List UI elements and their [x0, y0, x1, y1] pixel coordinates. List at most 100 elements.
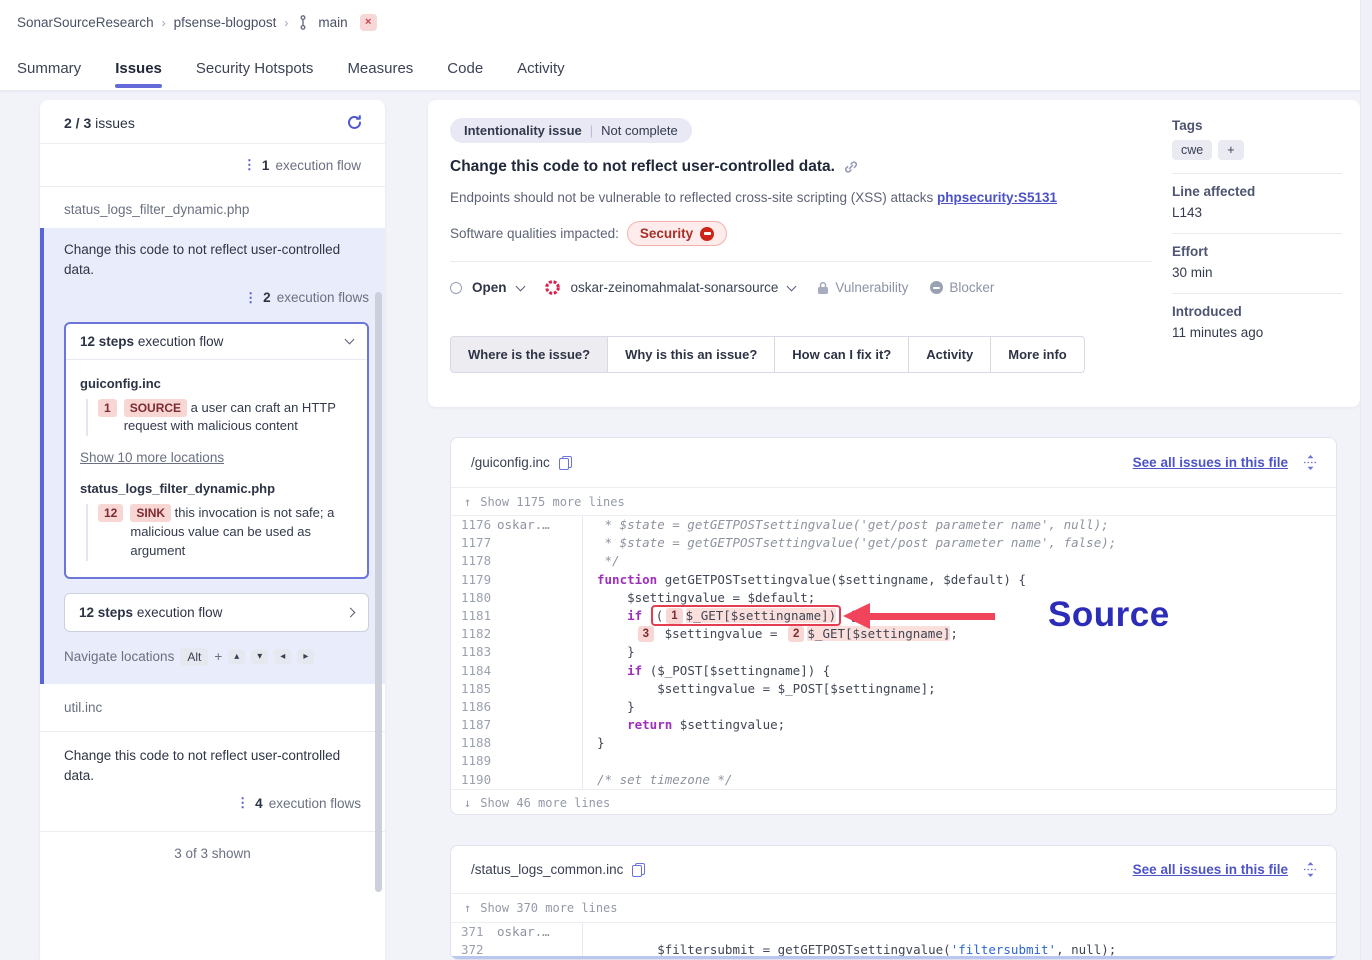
flow-file-name: status_logs_filter_dynamic.php: [80, 481, 353, 496]
tab-how-can-i-fix-it[interactable]: How can I fix it?: [774, 337, 908, 372]
tab-where-is-the-issue[interactable]: Where is the issue?: [451, 337, 607, 372]
status-dropdown[interactable]: Open: [472, 280, 507, 295]
sidebar-scrollbar[interactable]: [375, 292, 382, 892]
tab-measures[interactable]: Measures: [347, 46, 413, 90]
effort-value: 30 min: [1172, 265, 1342, 280]
line-number[interactable]: 1187: [451, 716, 497, 734]
rule-link[interactable]: phpsecurity:S5131: [937, 190, 1057, 205]
flow-step-source[interactable]: 1 SOURCE a user can craft an HTTP reques…: [86, 399, 353, 437]
pan-icon[interactable]: [1303, 861, 1318, 878]
issue-type-badge: Intentionality issue | Not complete: [450, 118, 692, 143]
issue-flow-count: ⋮ 4 execution flows: [64, 795, 361, 811]
code-line: 1186 }: [451, 698, 1336, 716]
source-annotation-box: (1$_GET[$settingname]): [651, 605, 841, 626]
breadcrumb-separator: ›: [284, 16, 288, 30]
line-number[interactable]: 1181: [451, 607, 497, 625]
line-number[interactable]: 1189: [451, 752, 497, 770]
code-line: 1179 function getGETPOSTsettingvalue($se…: [451, 571, 1336, 589]
tab-why-is-this-an-issue[interactable]: Why is this an issue?: [607, 337, 774, 372]
line-number[interactable]: 1180: [451, 589, 497, 607]
issue-message[interactable]: Change this code to not reflect user-con…: [64, 746, 361, 787]
execution-flow-collapsed[interactable]: 12 steps execution flow: [64, 593, 369, 632]
show-more-lines-top[interactable]: ↑ Show 1175 more lines: [451, 488, 1336, 516]
permalink-icon[interactable]: [843, 159, 859, 175]
issue-title: Change this code to not reflect user-con…: [450, 158, 835, 176]
see-all-issues-link[interactable]: See all issues in this file: [1133, 862, 1288, 877]
source-annotation-label: Source: [1048, 595, 1170, 635]
flow-step-badge[interactable]: 2: [788, 626, 804, 642]
flow-header[interactable]: 12 steps execution flow: [66, 324, 367, 360]
line-number[interactable]: 1176: [451, 516, 497, 534]
line-number[interactable]: 1183: [451, 643, 497, 661]
line-number[interactable]: 1184: [451, 662, 497, 680]
chevron-down-icon: [345, 335, 355, 345]
copy-icon[interactable]: [632, 863, 644, 877]
flow-step-badge[interactable]: 1: [666, 608, 682, 624]
line-affected-label: Line affected: [1172, 184, 1342, 199]
breadcrumb-branch[interactable]: main: [318, 15, 347, 30]
top-header: SonarSourceResearch › pfsense-blogpost ›…: [0, 0, 1372, 91]
assignee-dropdown[interactable]: oskar-zeinomahmalat-sonarsource: [571, 280, 779, 295]
source-badge: SOURCE: [124, 399, 187, 417]
tab-code[interactable]: Code: [447, 46, 483, 90]
execution-flow-expanded: 12 steps execution flow guiconfig.inc 1 …: [64, 322, 369, 579]
chevron-down-icon[interactable]: [515, 281, 525, 291]
security-quality-badge: Security: [627, 221, 727, 246]
navigate-right-button[interactable]: ▸: [297, 649, 314, 664]
introduced-value: 11 minutes ago: [1172, 325, 1342, 340]
code-line: 1188 }: [451, 734, 1336, 752]
breadcrumb-org[interactable]: SonarSourceResearch: [17, 15, 154, 30]
navigate-left-button[interactable]: ◂: [274, 649, 291, 664]
flow-step-sink[interactable]: 12 SINK this invocation is not safe; a m…: [86, 504, 353, 561]
step-number-badge: 12: [98, 504, 123, 522]
tab-activity[interactable]: Activity: [517, 46, 565, 90]
show-more-locations-link[interactable]: Show 10 more locations: [80, 450, 224, 465]
tag-cwe[interactable]: cwe: [1172, 140, 1212, 160]
tab-security-hotspots[interactable]: Security Hotspots: [196, 46, 314, 90]
page-scrollbar[interactable]: [1360, 0, 1372, 960]
refresh-icon[interactable]: [346, 114, 363, 131]
line-number[interactable]: 1182: [451, 625, 497, 643]
line-number[interactable]: 1190: [451, 771, 497, 789]
tab-activity[interactable]: Activity: [908, 337, 990, 372]
tab-issues[interactable]: Issues: [115, 46, 162, 90]
branch-icon: [298, 15, 308, 30]
chevron-down-icon[interactable]: [787, 281, 797, 291]
line-number[interactable]: 1177: [451, 534, 497, 552]
issues-count: 2 / 3 issues: [64, 115, 135, 131]
navigate-up-button[interactable]: ▴: [228, 649, 245, 664]
see-all-issues-link[interactable]: See all issues in this file: [1133, 455, 1288, 470]
line-number[interactable]: 1186: [451, 698, 497, 716]
issue-description: Endpoints should not be vulnerable to re…: [450, 190, 933, 205]
tab-more-info[interactable]: More info: [990, 337, 1084, 372]
line-number[interactable]: 1185: [451, 680, 497, 698]
flow-icon: ⋮: [244, 290, 257, 306]
code-line: 1176oskar.… * $state = getGETPOSTsetting…: [451, 516, 1336, 534]
show-more-lines-top[interactable]: ↑ Show 370 more lines: [451, 894, 1336, 923]
issue-meta-panel: Tags cwe + Line affected L143 Effort 30 …: [1172, 100, 1360, 407]
tab-summary[interactable]: Summary: [17, 46, 81, 90]
copy-icon[interactable]: [559, 456, 571, 470]
line-number[interactable]: 1179: [451, 571, 497, 589]
expand-up-icon: ↑: [464, 901, 471, 915]
close-icon[interactable]: ×: [360, 14, 377, 31]
main-nav: Summary Issues Security Hotspots Measure…: [17, 46, 565, 90]
flow-file-name: guiconfig.inc: [80, 376, 353, 391]
line-number[interactable]: 1178: [451, 552, 497, 570]
expand-up-icon: ↑: [464, 495, 471, 509]
add-tag-button[interactable]: +: [1218, 140, 1243, 160]
line-number[interactable]: 1188: [451, 734, 497, 752]
breadcrumb-project[interactable]: pfsense-blogpost: [174, 15, 277, 30]
navigate-down-button[interactable]: ▾: [251, 649, 268, 664]
flow-step-badge[interactable]: 3: [638, 626, 654, 642]
pan-icon[interactable]: [1303, 454, 1318, 471]
code-line: 1189: [451, 752, 1336, 770]
selected-issue[interactable]: Change this code to not reflect user-con…: [40, 228, 385, 684]
line-number[interactable]: 371: [451, 923, 497, 941]
issue-message[interactable]: Change this code to not reflect user-con…: [64, 240, 369, 281]
expand-down-icon: ↓: [464, 796, 471, 810]
file-group-label: util.inc: [40, 684, 385, 732]
open-status-icon: [450, 282, 462, 294]
show-more-lines-bottom[interactable]: ↓ Show 46 more lines: [451, 789, 1336, 815]
issue-item[interactable]: Change this code to not reflect user-con…: [40, 732, 385, 833]
